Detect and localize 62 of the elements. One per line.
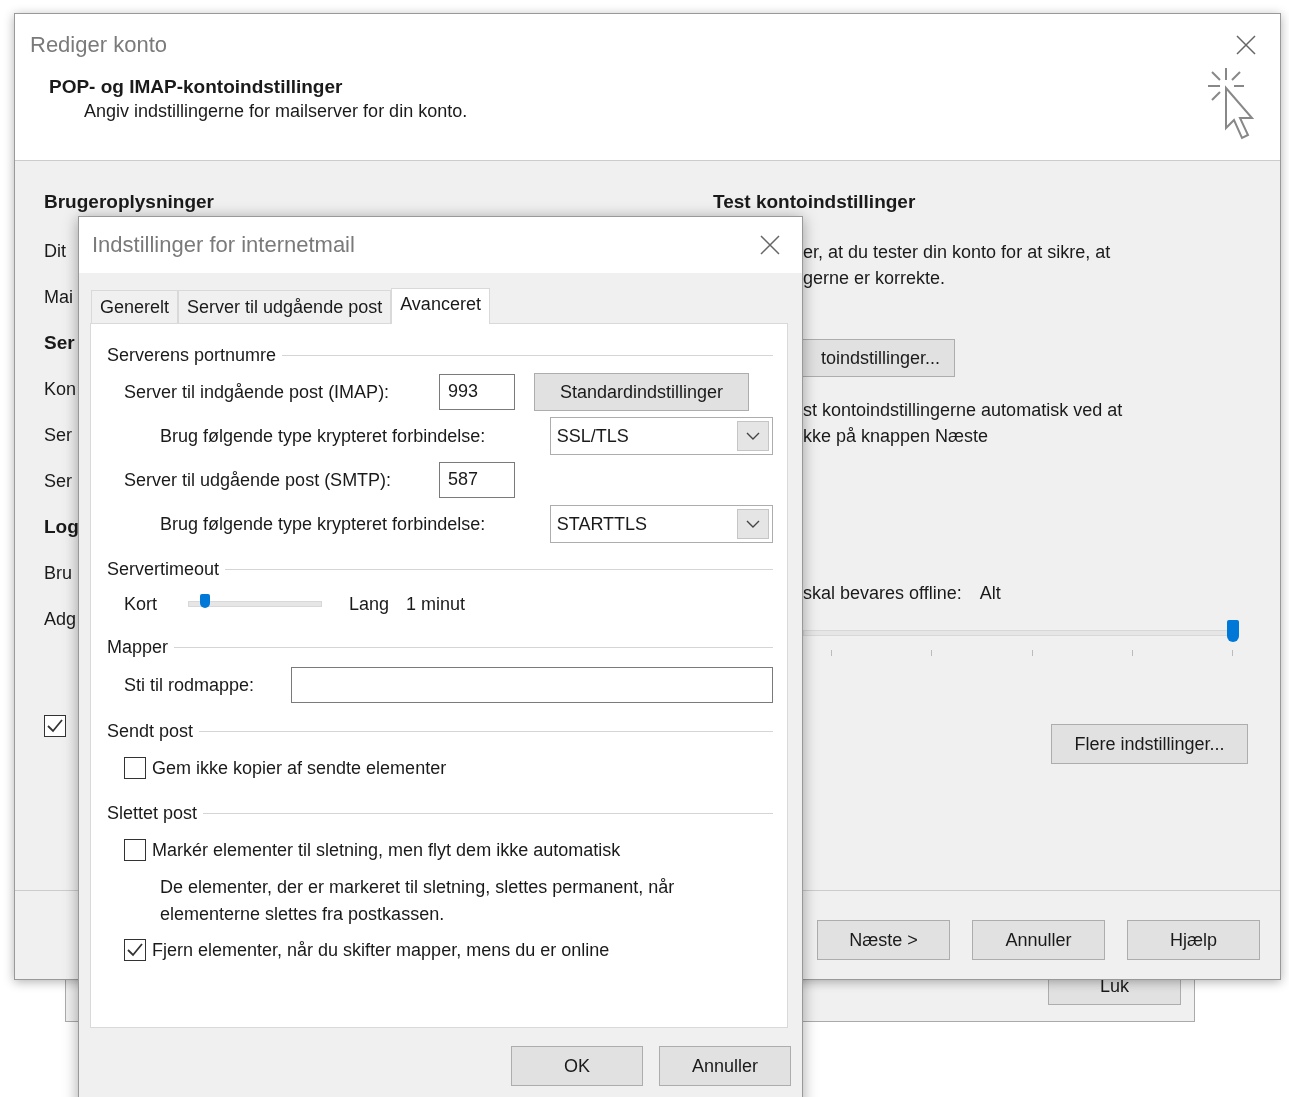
dialog-button[interactable]: Annuller [659,1046,791,1086]
field-label: Bru [44,562,72,585]
encryption-dropdown[interactable]: SSL/TLS [549,417,773,455]
chevron-down-icon [746,520,760,528]
description-text: kke på knappen Næste [803,425,990,448]
group-title: Sendt post [107,720,194,742]
checkbox[interactable] [124,939,146,961]
port-field[interactable]: 993 [439,374,515,410]
section-heading: Brugeroplysninger [44,191,214,214]
group-title: Mapper [107,636,169,658]
port-field[interactable]: 587 [439,462,515,498]
group-title: Slettet post [107,802,198,824]
dialog-button[interactable]: OK [511,1046,643,1086]
tab[interactable]: Avanceret [391,288,490,324]
description-text: er, at du tester din konto for at sikre, at [803,241,1112,264]
checkbox-label: Gem ikke kopier af sendte elementer [152,757,447,779]
tab[interactable]: Server til udgående post [178,290,392,323]
checkbox-label: Fjern elementer, når du skifter mapper, mens du er online [152,939,610,961]
field-label: Ser [44,424,72,447]
timeout-value: 1 minut [406,593,466,615]
slider-min-label: Kort [124,593,158,615]
test-settings-button[interactable]: toindstillinger... [803,339,955,377]
checkbox-label: Markér elementer til sletning, men flyt dem ikke automatisk [152,839,621,861]
field-label: Brug følgende type krypteret forbindelse: [160,513,487,535]
close-icon[interactable] [1236,35,1256,55]
note-text: De elementer, der er markeret til sletning, slettes permanent, når elementerne slettes fra postkassen. [160,876,676,926]
dialog-button[interactable]: Annuller [972,920,1105,960]
close-icon[interactable] [760,235,780,255]
description-text: st kontoindstillingerne automatisk ved at [803,399,1124,422]
tab[interactable]: Generelt [91,290,179,323]
offline-label: skal bevares offline: [803,583,962,604]
field-label: Server til indgående post (IMAP): [124,381,391,403]
checkbox[interactable] [44,715,66,737]
dialog-heading: POP- og IMAP-kontoindstillinger [49,76,344,98]
section-heading: Test kontoindstillinger [713,191,917,214]
chevron-down-icon [746,432,760,440]
field-label: Mai [44,286,73,309]
window-title: Indstillinger for internetmail [92,232,355,258]
section-heading: Ser [44,331,75,355]
slider-max-label: Lang [349,593,390,615]
field-label: Dit [44,240,66,263]
encryption-dropdown[interactable]: STARTTLS [549,505,773,543]
section-heading: Log [44,515,79,539]
group-title: Serverens portnumre [107,344,277,366]
offline-value: Alt [979,583,1001,604]
defaults-button[interactable]: Standardindstillinger [534,373,749,411]
more-settings-button[interactable]: Flere indstillinger... [1051,724,1248,764]
field-label: Kon [44,378,77,401]
group-title: Servertimeout [107,558,220,580]
checkbox[interactable] [124,757,146,779]
field-label: Ser [44,470,72,493]
checkbox[interactable] [124,839,146,861]
field-label: Brug følgende type krypteret forbindelse: [160,425,487,447]
field-label: Server til udgående post (SMTP): [124,469,393,491]
dialog-subheading: Angiv indstillingerne for mailserver for din konto. [83,101,468,122]
dialog-button[interactable]: Næste > [817,920,950,960]
description-text: gerne er korrekte. [803,267,947,290]
window-title: Rediger konto [30,32,167,58]
field-label: Sti til rodmappe: [124,674,256,696]
dialog-button[interactable]: Hjælp [1127,920,1260,960]
root-folder-field[interactable] [291,667,773,703]
field-label: Adg [44,608,77,631]
